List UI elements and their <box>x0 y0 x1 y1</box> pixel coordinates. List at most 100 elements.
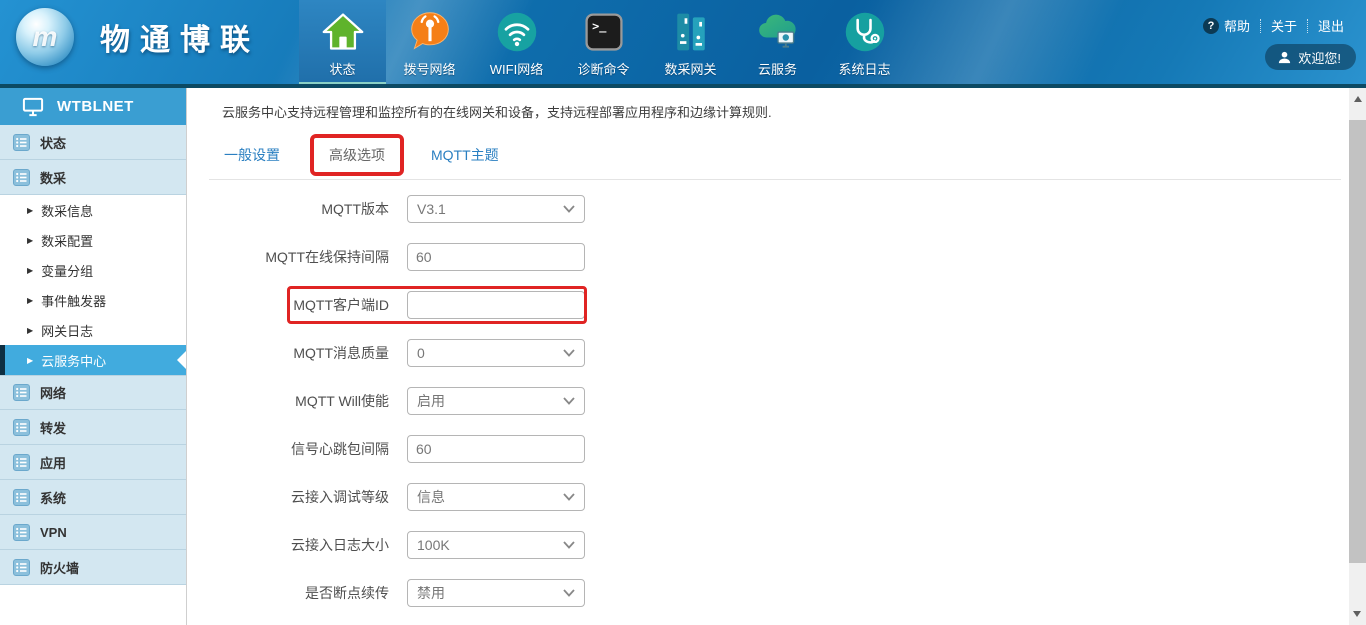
resume-transfer-select[interactable]: 禁用 <box>407 579 585 607</box>
form-row-mqtt-will-enable: MQTT Will使能 启用 <box>187 387 1349 415</box>
mqtt-client-id-input[interactable] <box>407 291 585 319</box>
logout-label: 退出 <box>1318 16 1344 35</box>
sidebar-item-label: 状态 <box>40 133 66 152</box>
caret-right-icon: ▶ <box>27 296 33 305</box>
nav-item-label: 云服务 <box>758 59 797 78</box>
device-name: WTBLNET <box>57 98 134 115</box>
list-icon <box>13 524 30 541</box>
field-label: 信号心跳包间隔 <box>187 439 407 459</box>
nav-item-cloud-service[interactable]: 云服务 <box>734 0 821 88</box>
sidebar-item-application[interactable]: 应用 <box>0 445 186 480</box>
list-icon <box>13 134 30 151</box>
syslog-icon <box>842 9 888 55</box>
logout-link[interactable]: 退出 <box>1318 16 1344 35</box>
welcome-label: 欢迎您! <box>1298 48 1341 67</box>
sidebar-item-label: 云服务中心 <box>41 351 106 370</box>
field-label: MQTT在线保持间隔 <box>187 247 407 267</box>
sidebar-item-label: 变量分组 <box>41 261 93 280</box>
field-label: MQTT版本 <box>187 199 407 219</box>
form-row-mqtt-keepalive: MQTT在线保持间隔 <box>187 243 1349 271</box>
chevron-down-icon <box>563 493 575 501</box>
sidebar-item-variable-group[interactable]: ▶ 变量分组 <box>0 255 186 285</box>
nav-item-label: 诊断命令 <box>577 59 629 78</box>
dial-network-icon <box>407 9 453 55</box>
nav-item-daq-gateway[interactable]: 数采网关 <box>647 0 734 88</box>
divider <box>1260 19 1261 33</box>
sidebar-item-gateway-log[interactable]: ▶ 网关日志 <box>0 315 186 345</box>
vertical-scrollbar[interactable] <box>1349 88 1366 625</box>
sidebar-item-label: 网络 <box>40 383 66 402</box>
chevron-down-icon <box>563 589 575 597</box>
scroll-up-arrow-icon[interactable] <box>1354 96 1362 102</box>
sidebar-item-cloud-service-center[interactable]: ▶ 云服务中心 <box>0 345 186 375</box>
sidebar-item-firewall[interactable]: 防火墙 <box>0 550 186 585</box>
settings-form: MQTT版本 V3.1 MQTT在线保持间隔 MQTT客户端ID MQTT消息质… <box>187 195 1349 607</box>
wifi-icon <box>494 9 540 55</box>
user-icon <box>1277 50 1292 65</box>
mqtt-qos-select[interactable]: 0 <box>407 339 585 367</box>
help-link[interactable]: ? 帮助 <box>1203 16 1250 35</box>
tab-advanced-options[interactable]: 高级选项 <box>329 147 385 163</box>
list-icon <box>13 419 30 436</box>
page-description: 云服务中心支持远程管理和监控所有的在线网关和设备，支持远程部署应用程序和边缘计算… <box>222 102 1349 121</box>
nav-item-dial-network[interactable]: 拨号网络 <box>386 0 473 88</box>
form-row-cloud-log-size: 云接入日志大小 100K <box>187 531 1349 559</box>
sidebar-item-forward[interactable]: 转发 <box>0 410 186 445</box>
caret-right-icon: ▶ <box>27 206 33 215</box>
welcome-button[interactable]: 欢迎您! <box>1265 44 1356 70</box>
sidebar-item-daq-config[interactable]: ▶ 数采配置 <box>0 225 186 255</box>
field-label: 云接入调试等级 <box>187 487 407 507</box>
brand-name: 物通博联 <box>100 15 260 59</box>
sidebar-item-label: VPN <box>40 525 67 540</box>
sidebar-item-label: 系统 <box>40 488 66 507</box>
scroll-down-arrow-icon[interactable] <box>1353 611 1361 617</box>
sidebar-item-daq-info[interactable]: ▶ 数采信息 <box>0 195 186 225</box>
sidebar-item-label: 转发 <box>40 418 66 437</box>
nav-item-system-log[interactable]: 系统日志 <box>821 0 908 88</box>
sidebar-item-label: 数采 <box>40 168 66 187</box>
field-label: MQTT消息质量 <box>187 343 407 363</box>
about-link[interactable]: 关于 <box>1271 16 1297 35</box>
cloud-debug-level-select[interactable]: 信息 <box>407 483 585 511</box>
sidebar-item-network[interactable]: 网络 <box>0 375 186 410</box>
scrollbar-thumb[interactable] <box>1349 120 1366 563</box>
mqtt-keepalive-input[interactable] <box>407 243 585 271</box>
caret-right-icon: ▶ <box>27 236 33 245</box>
nav-item-wifi-network[interactable]: WIFI网络 <box>473 0 560 88</box>
monitor-icon <box>22 97 44 117</box>
tab-mqtt-topic[interactable]: MQTT主题 <box>431 145 499 165</box>
sidebar-item-vpn[interactable]: VPN <box>0 515 186 550</box>
chevron-down-icon <box>563 541 575 549</box>
sidebar-item-label: 应用 <box>40 453 66 472</box>
nav-item-diagnostic-command[interactable]: >_ 诊断命令 <box>560 0 647 88</box>
selected-value: 信息 <box>417 487 445 507</box>
top-header: m 物通博联 状态 拨号网络 WIFI网络 >_ 诊断命令 <box>0 0 1366 88</box>
caret-right-icon: ▶ <box>27 326 33 335</box>
selected-value: 100K <box>417 537 450 553</box>
nav-item-status[interactable]: 状态 <box>299 0 386 88</box>
tab-divider <box>209 179 1341 180</box>
form-row-heartbeat-interval: 信号心跳包间隔 <box>187 435 1349 463</box>
sidebar-item-label: 网关日志 <box>41 321 93 340</box>
mqtt-version-select[interactable]: V3.1 <box>407 195 585 223</box>
nav-item-label: 系统日志 <box>838 59 890 78</box>
list-icon <box>13 169 30 186</box>
sidebar-item-label: 数采配置 <box>41 231 93 250</box>
logo-orb-icon: m <box>16 8 74 66</box>
list-icon <box>13 559 30 576</box>
tab-general-settings[interactable]: 一般设置 <box>224 145 280 165</box>
form-row-resume-transfer: 是否断点续传 禁用 <box>187 579 1349 607</box>
sidebar-item-label: 事件触发器 <box>41 291 106 310</box>
nav-item-label: 拨号网络 <box>403 59 455 78</box>
sidebar-item-system[interactable]: 系统 <box>0 480 186 515</box>
heartbeat-interval-input[interactable] <box>407 435 585 463</box>
selected-value: 启用 <box>417 391 445 411</box>
list-icon <box>13 489 30 506</box>
sidebar-item-status[interactable]: 状态 <box>0 125 186 160</box>
list-icon <box>13 454 30 471</box>
field-label: MQTT Will使能 <box>187 391 407 411</box>
mqtt-will-enable-select[interactable]: 启用 <box>407 387 585 415</box>
sidebar-item-event-trigger[interactable]: ▶ 事件触发器 <box>0 285 186 315</box>
sidebar-item-daq[interactable]: 数采 <box>0 160 186 195</box>
cloud-log-size-select[interactable]: 100K <box>407 531 585 559</box>
